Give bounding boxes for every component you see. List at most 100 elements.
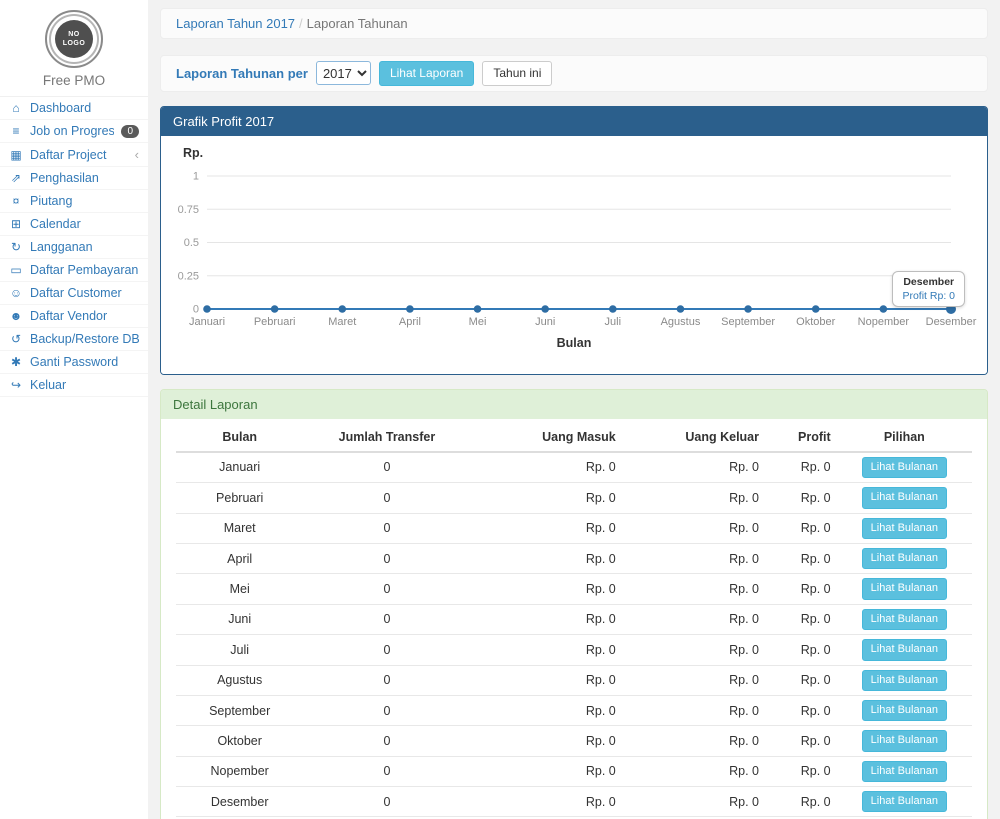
y-tick-label: 0.25: [178, 270, 199, 282]
sidebar-item-label: Penghasilan: [30, 171, 139, 185]
sidebar-item-langganan[interactable]: ↻Langganan: [0, 236, 148, 259]
cell-pilihan: Lihat Bulanan: [837, 695, 972, 725]
cell-profit: Rp. 0: [765, 695, 837, 725]
year-select[interactable]: 2017: [316, 61, 371, 85]
chart-point[interactable]: [677, 305, 685, 313]
cell-profit: Rp. 0: [765, 787, 837, 817]
cell-profit: Rp. 0: [765, 513, 837, 543]
chart-tooltip: Desember Profit Rp: 0: [892, 271, 965, 307]
cell-pilihan: Lihat Bulanan: [837, 483, 972, 513]
lihat-bulanan-button[interactable]: Lihat Bulanan: [862, 578, 947, 599]
table-row: April0Rp. 0Rp. 0Rp. 0Lihat Bulanan: [176, 543, 972, 573]
chart-point[interactable]: [812, 305, 820, 313]
lihat-bulanan-button[interactable]: Lihat Bulanan: [862, 457, 947, 478]
lihat-bulanan-button[interactable]: Lihat Bulanan: [862, 548, 947, 569]
cell-uang-masuk: Rp. 0: [471, 452, 622, 483]
cell-bulan: Pebruari: [176, 483, 303, 513]
cell-jumlah-transfer: 0: [303, 543, 470, 573]
sidebar-item-daftar-customer[interactable]: ☺Daftar Customer: [0, 282, 148, 305]
cell-uang-keluar: Rp. 0: [622, 726, 765, 756]
chart-point[interactable]: [744, 305, 752, 313]
sidebar-item-keluar[interactable]: ↪Keluar: [0, 374, 148, 397]
cell-jumlah-transfer: 0: [303, 574, 470, 604]
lihat-bulanan-button[interactable]: Lihat Bulanan: [862, 609, 947, 630]
lihat-bulanan-button[interactable]: Lihat Bulanan: [862, 700, 947, 721]
chart-point[interactable]: [474, 305, 482, 313]
chart-point[interactable]: [609, 305, 617, 313]
vendors-icon: ☻: [9, 309, 23, 323]
x-tick-label: Desember: [926, 316, 977, 328]
lihat-bulanan-button[interactable]: Lihat Bulanan: [862, 791, 947, 812]
cell-uang-keluar: Rp. 0: [622, 756, 765, 786]
sidebar-item-label: Dashboard: [30, 101, 139, 115]
sidebar-item-job-on-progress[interactable]: ≡Job on Progress0: [0, 120, 148, 143]
chart-y-axis-label: Rp.: [183, 146, 977, 160]
chart-point[interactable]: [203, 305, 211, 313]
sidebar-item-label: Job on Progress: [30, 124, 114, 138]
income-chart-icon: ⇗: [9, 171, 23, 185]
sidebar-item-piutang[interactable]: ¤Piutang: [0, 190, 148, 213]
chart-point[interactable]: [271, 305, 279, 313]
sidebar-item-calendar[interactable]: ⊞Calendar: [0, 213, 148, 236]
lihat-bulanan-button[interactable]: Lihat Bulanan: [862, 761, 947, 782]
cell-bulan: Juli: [176, 635, 303, 665]
table-row: Pebruari0Rp. 0Rp. 0Rp. 0Lihat Bulanan: [176, 483, 972, 513]
lihat-bulanan-button[interactable]: Lihat Bulanan: [862, 730, 947, 751]
cell-pilihan: Lihat Bulanan: [837, 574, 972, 604]
lihat-bulanan-button[interactable]: Lihat Bulanan: [862, 518, 947, 539]
sidebar-item-dashboard[interactable]: ⌂ Dashboard: [0, 97, 148, 120]
cell-pilihan: Lihat Bulanan: [837, 787, 972, 817]
sidebar-item-penghasilan[interactable]: ⇗ Penghasilan: [0, 167, 148, 190]
y-tick-label: 0: [193, 303, 199, 315]
sidebar-item-label: Calendar: [30, 217, 139, 231]
sidebar-item-backup-restore-db[interactable]: ↺Backup/Restore DB: [0, 328, 148, 351]
y-tick-label: 1: [193, 170, 199, 182]
cell-uang-keluar: Rp. 0: [622, 604, 765, 634]
sidebar-item-daftar-pembayaran[interactable]: ▭Daftar Pembayaran: [0, 259, 148, 282]
cell-bulan: Agustus: [176, 665, 303, 695]
table-row: Juli0Rp. 0Rp. 0Rp. 0Lihat Bulanan: [176, 635, 972, 665]
x-tick-label: Pebruari: [254, 316, 296, 328]
lihat-bulanan-button[interactable]: Lihat Bulanan: [862, 487, 947, 508]
detail-table-wrap: BulanJumlah TransferUang MasukUang Kelua…: [161, 419, 987, 819]
password-lock-icon: ✱: [9, 355, 23, 369]
chart-point[interactable]: [541, 305, 549, 313]
cell-uang-keluar: Rp. 0: [622, 787, 765, 817]
sidebar-item-daftar-vendor[interactable]: ☻Daftar Vendor: [0, 305, 148, 328]
column-header-uang-keluar: Uang Keluar: [622, 423, 765, 452]
filter-label: Laporan Tahunan per: [176, 66, 308, 81]
lihat-bulanan-button[interactable]: Lihat Bulanan: [862, 639, 947, 660]
cell-uang-keluar: Rp. 0: [622, 695, 765, 725]
table-row: Mei0Rp. 0Rp. 0Rp. 0Lihat Bulanan: [176, 574, 972, 604]
cell-uang-keluar: Rp. 0: [622, 483, 765, 513]
breadcrumb-link[interactable]: Laporan Tahun 2017: [176, 16, 295, 31]
chart-point[interactable]: [880, 305, 888, 313]
cell-uang-keluar: Rp. 0: [622, 543, 765, 573]
cell-uang-masuk: Rp. 0: [471, 787, 622, 817]
x-tick-label: Maret: [328, 316, 356, 328]
y-tick-label: 0.5: [184, 237, 199, 249]
cell-profit: Rp. 0: [765, 756, 837, 786]
cell-uang-keluar: Rp. 0: [622, 513, 765, 543]
dashboard-icon: ⌂: [9, 101, 23, 115]
chart-panel-title: Grafik Profit 2017: [161, 107, 987, 136]
cell-bulan: Mei: [176, 574, 303, 604]
cell-bulan: Juni: [176, 604, 303, 634]
profit-chart: 00.250.50.751JanuariPebruariMaretAprilMe…: [171, 164, 977, 336]
sidebar-item-daftar-project[interactable]: ▦Daftar Project‹: [0, 143, 148, 167]
column-header-profit: Profit: [765, 423, 837, 452]
chart-point[interactable]: [406, 305, 414, 313]
cell-pilihan: Lihat Bulanan: [837, 726, 972, 756]
lihat-bulanan-button[interactable]: Lihat Bulanan: [862, 670, 947, 691]
x-tick-label: Agustus: [661, 316, 701, 328]
chart-point[interactable]: [338, 305, 346, 313]
brand-name: Free PMO: [0, 73, 148, 88]
table-row: Nopember0Rp. 0Rp. 0Rp. 0Lihat Bulanan: [176, 756, 972, 786]
table-row: Maret0Rp. 0Rp. 0Rp. 0Lihat Bulanan: [176, 513, 972, 543]
sidebar-item-ganti-password[interactable]: ✱Ganti Password: [0, 351, 148, 374]
column-header-uang-masuk: Uang Masuk: [471, 423, 622, 452]
report-table-head-row: BulanJumlah TransferUang MasukUang Kelua…: [176, 423, 972, 452]
tahun-ini-button[interactable]: Tahun ini: [482, 61, 552, 86]
lihat-laporan-button[interactable]: Lihat Laporan: [379, 61, 474, 86]
filter-bar: Laporan Tahunan per 2017 Lihat Laporan T…: [160, 55, 988, 92]
